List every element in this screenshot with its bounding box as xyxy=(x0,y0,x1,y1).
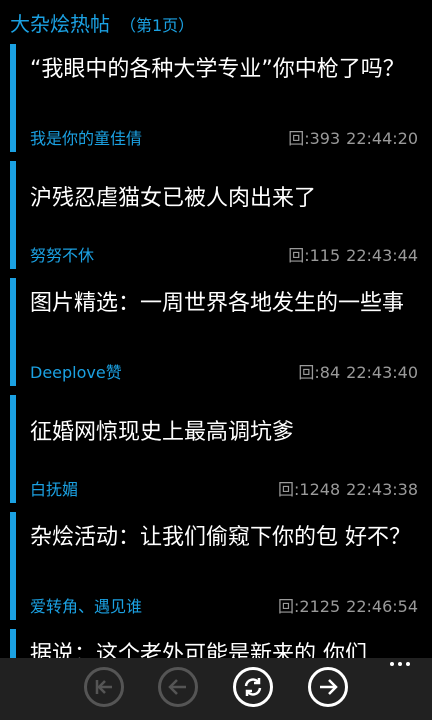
previous-page-button[interactable] xyxy=(158,667,198,707)
post-time: 22:43:38 xyxy=(346,480,418,499)
more-dot-icon xyxy=(390,662,394,666)
post-title[interactable]: 杂烩活动：让我们偷窥下你的包 好不？ xyxy=(30,522,420,553)
post-time: 22:43:40 xyxy=(346,363,418,382)
post-item[interactable]: 图片精选：一周世界各地发生的一些事 Deeplove赞 回:84 22:43:40 xyxy=(10,278,424,386)
more-dot-icon xyxy=(406,662,410,666)
post-list: “我眼中的各种大学专业”你中枪了吗？ 我是你的童佳倩 回:393 22:44:20… xyxy=(0,44,432,658)
post-title[interactable]: 据说：这个老外可能是新来的 你们 xyxy=(30,639,420,658)
post-item[interactable]: 据说：这个老外可能是新来的 你们 xyxy=(10,629,424,658)
post-time: 22:46:54 xyxy=(346,597,418,616)
post-title[interactable]: 征婚网惊现史上最高调坑爹 xyxy=(30,417,420,448)
more-options-button[interactable] xyxy=(390,662,410,666)
post-author[interactable]: 努努不休 xyxy=(30,242,94,266)
next-page-button[interactable] xyxy=(308,667,348,707)
page-title: 大杂烩热帖 xyxy=(10,12,110,36)
post-title[interactable]: 沪残忍虐猫女已被人肉出来了 xyxy=(30,183,420,214)
post-reply-count: 回:84 xyxy=(298,363,341,382)
post-meta: 回:393 22:44:20 xyxy=(288,125,418,149)
post-meta: 回:115 22:43:44 xyxy=(288,242,418,266)
post-reply-count: 回:115 xyxy=(288,246,341,265)
post-reply-count: 回:393 xyxy=(288,129,341,148)
page-header: 大杂烩热帖 （第1页） xyxy=(10,8,194,40)
post-author[interactable]: Deeplove赞 xyxy=(30,359,122,383)
post-accent-bar xyxy=(10,629,16,658)
post-author[interactable]: 我是你的童佳倩 xyxy=(30,125,142,149)
post-meta: 回:84 22:43:40 xyxy=(298,359,418,383)
post-author[interactable]: 白抚媚 xyxy=(30,476,78,500)
post-accent-bar xyxy=(10,512,16,620)
app-bar xyxy=(0,658,432,720)
previous-page-icon xyxy=(168,679,186,695)
post-accent-bar xyxy=(10,395,16,503)
page-number-label: （第1页） xyxy=(120,16,195,35)
post-reply-count: 回:2125 xyxy=(278,597,341,616)
post-time: 22:44:20 xyxy=(346,129,418,148)
post-title[interactable]: 图片精选：一周世界各地发生的一些事 xyxy=(30,288,420,319)
post-time: 22:43:44 xyxy=(346,246,418,265)
post-item[interactable]: “我眼中的各种大学专业”你中枪了吗？ 我是你的童佳倩 回:393 22:44:20 xyxy=(10,44,424,152)
more-dot-icon xyxy=(398,662,402,666)
post-accent-bar xyxy=(10,161,16,269)
post-meta: 回:2125 22:46:54 xyxy=(278,593,418,617)
post-reply-count: 回:1248 xyxy=(278,480,341,499)
first-page-icon xyxy=(95,680,112,694)
post-author[interactable]: 爱转角、遇见谁 xyxy=(30,593,142,617)
refresh-button[interactable] xyxy=(233,667,273,707)
post-meta: 回:1248 22:43:38 xyxy=(278,476,418,500)
post-title[interactable]: “我眼中的各种大学专业”你中枪了吗？ xyxy=(30,54,420,85)
post-accent-bar xyxy=(10,44,16,152)
post-item[interactable]: 杂烩活动：让我们偷窥下你的包 好不？ 爱转角、遇见谁 回:2125 22:46:5… xyxy=(10,512,424,620)
first-page-button[interactable] xyxy=(84,667,124,707)
next-page-icon xyxy=(320,679,338,695)
post-accent-bar xyxy=(10,278,16,386)
post-item[interactable]: 沪残忍虐猫女已被人肉出来了 努努不休 回:115 22:43:44 xyxy=(10,161,424,269)
refresh-icon xyxy=(244,678,262,696)
post-item[interactable]: 征婚网惊现史上最高调坑爹 白抚媚 回:1248 22:43:38 xyxy=(10,395,424,503)
